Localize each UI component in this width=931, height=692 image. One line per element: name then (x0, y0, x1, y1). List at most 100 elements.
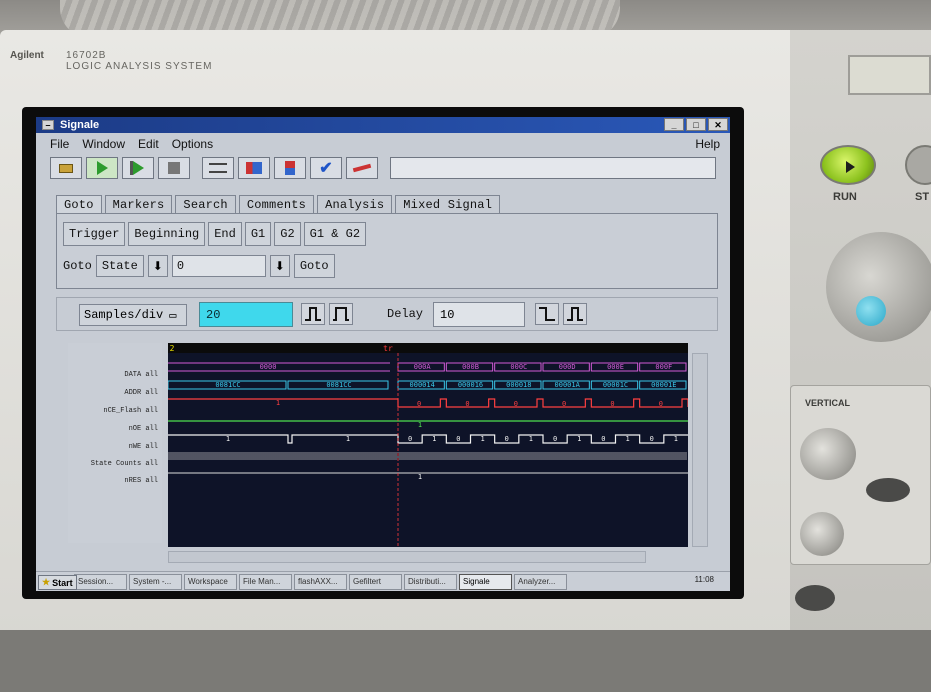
task-button[interactable]: File Man... (239, 573, 292, 590)
knob-led (856, 296, 886, 326)
goto-panel: Trigger Beginning End G1 G2 G1 & G2 Goto… (56, 213, 718, 289)
taskbar-clock: 11:08 (694, 575, 714, 584)
tools-icon[interactable] (346, 157, 378, 179)
tab-analysis[interactable]: Analysis (317, 195, 393, 214)
main-knob[interactable] (826, 232, 931, 342)
start-label: Start (52, 577, 73, 588)
goto-beginning-button[interactable]: Beginning (128, 222, 206, 246)
vertical-knob-2[interactable] (800, 512, 844, 556)
menu-edit[interactable]: Edit (138, 137, 159, 151)
arrow-down-icon[interactable]: ⬇ (147, 255, 168, 277)
nwe-value: 1 (346, 435, 350, 443)
signal-name-data[interactable]: DATA all (124, 371, 158, 379)
select-button[interactable] (866, 478, 910, 502)
vertical-scrollbar[interactable] (692, 353, 708, 547)
tab-search[interactable]: Search (175, 195, 236, 214)
vertical-knob-1[interactable] (800, 428, 856, 480)
nres-value: 1 (418, 473, 422, 481)
samples-div-field[interactable]: 20 (199, 302, 293, 327)
signal-name-nwe[interactable]: nWE all (129, 443, 158, 451)
taskbar: ★ Start Session... System -... Workspace … (36, 571, 730, 591)
goto-end-button[interactable]: End (208, 222, 242, 246)
data-bus-value: 000A (414, 363, 432, 371)
waveform-display[interactable]: 2 tr0000 000A 000B 000C 000D 000E 000F0081CC 008… (168, 343, 688, 547)
start-button[interactable]: ★ Start (38, 575, 77, 590)
run-repetitive-icon[interactable] (122, 157, 154, 179)
model-label: 16702B LOGIC ANALYSIS SYSTEM (66, 50, 212, 72)
stop-icon[interactable] (158, 157, 190, 179)
window-title: Signale (60, 119, 100, 131)
goto-g1-button[interactable]: G1 (244, 222, 272, 246)
overview-icon[interactable] (274, 157, 306, 179)
nwe-value: 0 (650, 435, 654, 443)
tab-goto[interactable]: Goto (56, 195, 102, 214)
data-bus-value: 000F (655, 363, 672, 371)
play-icon (846, 161, 855, 173)
samples-div-select[interactable]: Samples/div ▭ (79, 304, 187, 326)
menu-help[interactable]: Help (695, 137, 720, 151)
addr-bus-value: 00001E (651, 381, 676, 389)
task-button[interactable]: Distributi... (404, 573, 457, 590)
horizontal-scrollbar[interactable] (168, 551, 646, 563)
listing-icon[interactable] (202, 157, 234, 179)
nwe-value: 1 (674, 435, 678, 443)
zoom-in-pulse-icon[interactable] (329, 303, 353, 325)
task-button[interactable]: Workspace (184, 573, 237, 590)
toolbar-status-field[interactable] (390, 157, 716, 179)
task-button[interactable]: Gefiltert (349, 573, 402, 590)
noe-value: 1 (418, 421, 422, 429)
window-controls: _ □ ✕ (664, 118, 728, 131)
signal-names: DATA all ADDR all nCE_Flash all nOE all … (68, 343, 162, 543)
data-bus-value: 000E (607, 363, 624, 371)
task-button[interactable]: flashAXX... (294, 573, 347, 590)
goto-g1-g2-button[interactable]: G1 & G2 (303, 222, 367, 246)
nwe-value: 0 (601, 435, 605, 443)
menu-options[interactable]: Options (172, 137, 213, 151)
addr-bus-value: 0081CC (326, 381, 351, 389)
maximize-icon[interactable]: □ (686, 118, 706, 131)
trigger-marker-label: tr (383, 344, 393, 353)
open-folder-icon[interactable] (50, 157, 82, 179)
tab-markers[interactable]: Markers (104, 195, 173, 214)
delay-right-pulse-icon[interactable] (563, 303, 587, 325)
nce-flash-pulse-value: 0 (659, 400, 663, 408)
signal-name-state-counts[interactable]: State Counts all (91, 460, 158, 468)
goto-value-field[interactable]: 0 (171, 255, 266, 277)
nwe-value: 0 (456, 435, 460, 443)
goto-g2-button[interactable]: G2 (274, 222, 301, 246)
goto-label: Goto (63, 259, 92, 273)
task-button[interactable]: Analyzer... (514, 573, 567, 590)
run-label: RUN (833, 191, 857, 203)
checkmark-icon[interactable]: ✔ (310, 157, 342, 179)
run-button[interactable] (820, 145, 876, 185)
nwe-value: 1 (480, 435, 484, 443)
signal-name-addr[interactable]: ADDR all (124, 389, 158, 397)
run-icon[interactable] (86, 157, 118, 179)
task-button[interactable]: System -... (129, 573, 182, 590)
nwe-value: 1 (625, 435, 629, 443)
menu-window[interactable]: Window (82, 137, 125, 151)
goto-trigger-button[interactable]: Trigger (63, 222, 126, 246)
addr-bus-value: 000014 (410, 381, 435, 389)
minimize-icon[interactable]: _ (664, 118, 684, 131)
config-icon[interactable] (238, 157, 270, 179)
close-icon[interactable]: ✕ (708, 118, 728, 131)
signal-name-nce-flash[interactable]: nCE_Flash all (103, 407, 158, 415)
tab-comments[interactable]: Comments (238, 195, 315, 214)
task-button[interactable]: Session... (74, 573, 127, 590)
zoom-out-pulse-icon[interactable] (301, 303, 325, 325)
goto-mode-select[interactable]: State (95, 255, 144, 277)
signal-name-nres[interactable]: nRES all (124, 477, 158, 485)
goto-go-button[interactable]: Goto (293, 254, 335, 278)
menu-file[interactable]: File (50, 137, 69, 151)
window-menu-icon[interactable]: – (42, 120, 54, 130)
delay-field[interactable]: 10 (433, 302, 525, 327)
power-button[interactable] (795, 585, 835, 611)
tab-mixed-signal[interactable]: Mixed Signal (395, 195, 501, 214)
delay-left-pulse-icon[interactable] (535, 303, 559, 325)
nce-flash-value: 1 (276, 399, 280, 407)
nwe-value: 0 (408, 435, 412, 443)
arrow-down-icon-2[interactable]: ⬇ (269, 255, 290, 277)
signal-name-noe[interactable]: nOE all (129, 425, 158, 433)
task-button-active[interactable]: Signale (459, 573, 512, 590)
